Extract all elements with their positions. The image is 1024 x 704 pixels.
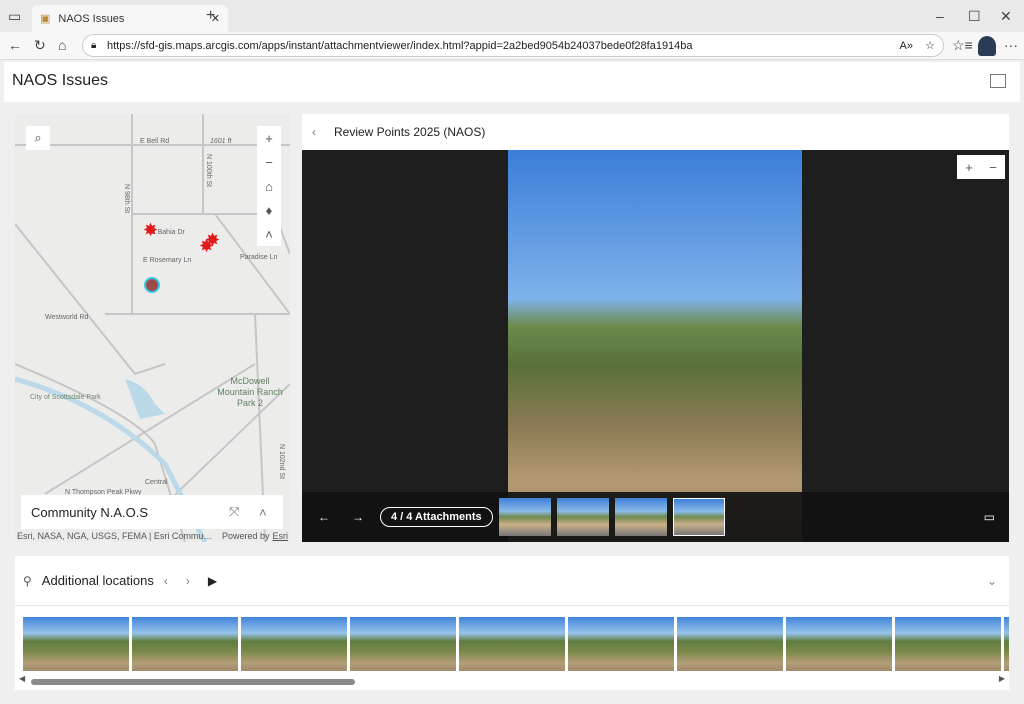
map-label: E Bell Rd (140, 138, 169, 145)
legend-title: Community N.A.O.S (31, 504, 149, 520)
minimize-icon[interactable]: – (936, 8, 944, 24)
browser-tab-bar: ▭ ▣ NAOS Issues ✕ + – ☐ ✕ (0, 0, 1024, 32)
location-thumbnail[interactable] (895, 617, 1001, 671)
compass-icon[interactable]: ♦ (257, 198, 281, 222)
collapse-icon[interactable]: ˄ (259, 505, 283, 520)
scroll-left-icon[interactable]: ◀ (19, 674, 25, 683)
legend-panel: Community N.A.O.S ⤧ ˄ (21, 495, 283, 529)
refresh-icon[interactable]: ↻ (34, 37, 46, 54)
previous-location-button[interactable]: ‹ (164, 574, 168, 588)
esri-link[interactable]: Esri (273, 530, 289, 542)
next-attachment-button[interactable]: → (352, 510, 380, 524)
powered-by: Powered by (221, 531, 270, 541)
expand-icon[interactable]: ⤧ (229, 504, 259, 520)
map-label: City of Scottsdale Park (30, 394, 101, 401)
location-thumbnail[interactable] (1004, 617, 1009, 671)
play-button[interactable]: ▶ (208, 574, 217, 588)
page-title: NAOS Issues (12, 72, 109, 89)
map-attribution: Esri, NASA, NGA, USGS, FEMA | Esri Commu… (17, 530, 288, 542)
location-thumbnail[interactable] (459, 617, 565, 671)
image-zoom-controls: + − (957, 155, 1005, 179)
map-label-park: McDowell Mountain Ranch Park 2 (217, 376, 283, 408)
attachment-thumbnail-selected[interactable] (672, 498, 725, 536)
viewer-header: ‹ Review Points 2025 (NAOS) (302, 114, 1009, 150)
attachment-image[interactable] (508, 150, 802, 542)
map-marker[interactable]: ✸ (199, 236, 214, 256)
lock-icon: 🔒︎ (91, 40, 97, 51)
location-thumbnail[interactable] (568, 617, 674, 671)
attachment-nav-bar: ← → 4 / 4 Attachments ▭ (302, 492, 1009, 542)
browser-tab[interactable]: ▣ NAOS Issues ✕ (32, 5, 228, 32)
slideshow-icon[interactable]: ▭ (984, 510, 995, 524)
attachment-viewer: ‹ Review Points 2025 (NAOS) + − ← → 4 / … (302, 114, 1009, 542)
zoom-out-button[interactable]: − (257, 150, 281, 174)
additional-locations-panel: ⚲ Additional locations ‹ › ▶ ⌄ ◀ ▶ (15, 556, 1009, 690)
map-label: Central (145, 479, 168, 486)
attachment-thumbnail[interactable] (498, 498, 551, 536)
location-thumbnail[interactable] (132, 617, 238, 671)
location-thumbnail[interactable] (677, 617, 783, 671)
map-label: N 100th St (205, 154, 212, 187)
location-thumbnails (23, 617, 1009, 671)
attachment-count-badge: 4 / 4 Attachments (380, 507, 493, 527)
url-text: https://sfd-gis.maps.arcgis.com/apps/ins… (107, 39, 693, 52)
additional-title: Additional locations (41, 573, 154, 588)
location-thumbnail[interactable] (350, 617, 456, 671)
scrollbar-thumb[interactable] (31, 679, 355, 685)
app-header: NAOS Issues (4, 62, 1020, 102)
map-label: N 102nd St (278, 444, 285, 479)
attribution-text: Esri, NASA, NGA, USGS, FEMA | Esri Commu… (17, 531, 214, 541)
next-location-button[interactable]: › (186, 574, 190, 588)
home-icon[interactable]: ⌂ (58, 37, 66, 53)
previous-attachment-button[interactable]: ← (318, 510, 352, 524)
details-icon[interactable] (990, 74, 1006, 88)
map-basemap: E Bell Rd 1601 ft E Bahia Dr E Rosemary … (15, 114, 290, 542)
profile-avatar[interactable] (978, 36, 996, 56)
map-view[interactable]: E Bell Rd 1601 ft E Bahia Dr E Rosemary … (15, 114, 290, 542)
map-controls: + − ⌂ ♦ ˄ (257, 126, 281, 246)
scroll-right-icon[interactable]: ▶ (999, 674, 1005, 683)
collapse-icon[interactable]: ˄ (257, 222, 281, 246)
image-zoom-in-button[interactable]: + (957, 155, 981, 179)
horizontal-scrollbar[interactable]: ◀ ▶ (19, 674, 1005, 688)
map-marker[interactable]: ✸ (143, 220, 158, 240)
favorite-star-icon[interactable]: ☆ (925, 39, 935, 52)
favicon-icon: ▣ (40, 13, 51, 25)
image-zoom-out-button[interactable]: − (981, 155, 1005, 179)
map-label: 1601 ft (210, 138, 232, 145)
collapse-left-icon[interactable]: ‹ (302, 125, 326, 139)
address-bar-row: ← ↻ ⌂ 🔒︎ https://sfd-gis.maps.arcgis.com… (0, 32, 1024, 60)
expand-chevron-icon[interactable]: ⌄ (987, 574, 997, 588)
map-label: Paradise Ln (240, 254, 277, 261)
home-icon[interactable]: ⌂ (257, 174, 281, 198)
map-label: Westworld Rd (45, 314, 89, 321)
url-input[interactable]: 🔒︎ https://sfd-gis.maps.arcgis.com/apps/… (82, 34, 944, 57)
read-aloud-icon[interactable]: A» (900, 40, 913, 52)
location-thumbnail[interactable] (241, 617, 347, 671)
location-thumbnail[interactable] (786, 617, 892, 671)
search-icon[interactable]: ⌕ (26, 126, 50, 150)
attachment-thumbnail[interactable] (556, 498, 609, 536)
viewer-title: Review Points 2025 (NAOS) (334, 125, 486, 139)
tab-title: NAOS Issues (58, 12, 125, 25)
new-tab-icon[interactable]: + (206, 7, 215, 25)
more-icon[interactable]: ··· (1004, 37, 1018, 53)
favorites-icon[interactable]: ☆≡ (952, 37, 973, 54)
location-thumbnail[interactable] (23, 617, 129, 671)
additional-header: ⚲ Additional locations ‹ › ▶ ⌄ (15, 556, 1009, 606)
maximize-icon[interactable]: ☐ (968, 8, 981, 25)
close-window-icon[interactable]: ✕ (1000, 8, 1012, 25)
back-icon[interactable]: ← (8, 37, 22, 53)
attachment-thumbnail[interactable] (614, 498, 667, 536)
map-label: N 98th St (123, 184, 130, 213)
map-label: E Rosemary Ln (143, 257, 191, 264)
selected-map-marker[interactable] (144, 277, 160, 293)
locations-icon: ⚲ (23, 573, 32, 588)
sidebar-toggle-icon[interactable]: ▭ (8, 8, 21, 25)
zoom-in-button[interactable]: + (257, 126, 281, 150)
